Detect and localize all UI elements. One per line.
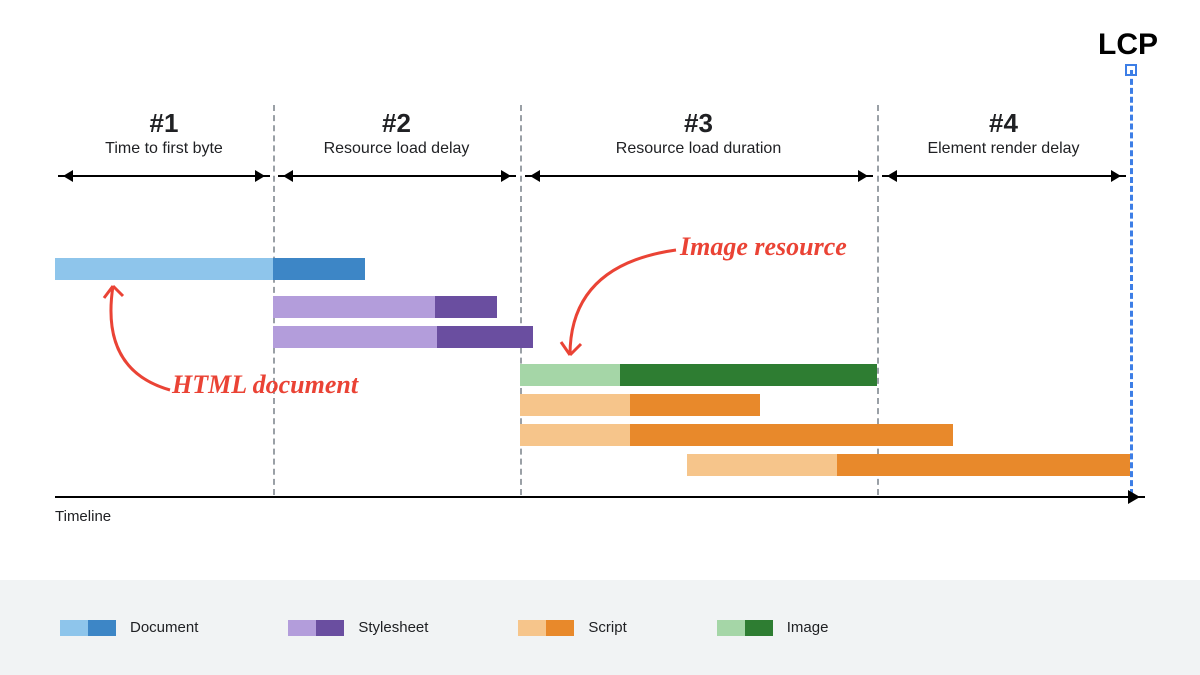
- phase-3-num: #3: [520, 108, 877, 139]
- timeline-axis-label: Timeline: [55, 508, 111, 525]
- diagram-stage: LCP #1 Time to first byte #2 Resource lo…: [0, 0, 1200, 675]
- legend-document: Document: [60, 619, 198, 636]
- legend-stylesheet: Stylesheet: [288, 619, 428, 636]
- legend-image-label: Image: [787, 619, 829, 636]
- phase-2-arrow: [278, 175, 516, 177]
- phase-1-arrow: [58, 175, 270, 177]
- timeline-axis: [55, 496, 1145, 498]
- legend-document-label: Document: [130, 619, 198, 636]
- phase-3-arrow: [525, 175, 873, 177]
- legend-script: Script: [518, 619, 626, 636]
- phase-2-sub: Resource load delay: [273, 140, 520, 158]
- phase-3-sub: Resource load duration: [520, 140, 877, 158]
- bar-script-a: [520, 394, 760, 416]
- phase-4-arrow: [882, 175, 1126, 177]
- phase-1-num: #1: [55, 108, 273, 139]
- legend-stylesheet-label: Stylesheet: [358, 619, 428, 636]
- phase-4-sub: Element render delay: [877, 140, 1130, 158]
- bar-stylesheet-a: [273, 296, 497, 318]
- bar-stylesheet-b: [273, 326, 533, 348]
- bar-script-b: [520, 424, 953, 446]
- legend-script-label: Script: [588, 619, 626, 636]
- phase-4-num: #4: [877, 108, 1130, 139]
- annotation-html-label: HTML document: [172, 370, 358, 400]
- lcp-label: LCP: [1098, 28, 1158, 62]
- legend-image: Image: [717, 619, 829, 636]
- annotation-image-label: Image resource: [680, 232, 847, 262]
- phase-2-num: #2: [273, 108, 520, 139]
- lcp-vertical-line: [1130, 70, 1133, 495]
- bar-script-c: [687, 454, 1130, 476]
- bar-document: [55, 258, 365, 280]
- phase-1-sub: Time to first byte: [55, 140, 273, 158]
- annotation-arrow-image: [560, 245, 710, 375]
- legend-bar: Document Stylesheet Script Image: [0, 580, 1200, 675]
